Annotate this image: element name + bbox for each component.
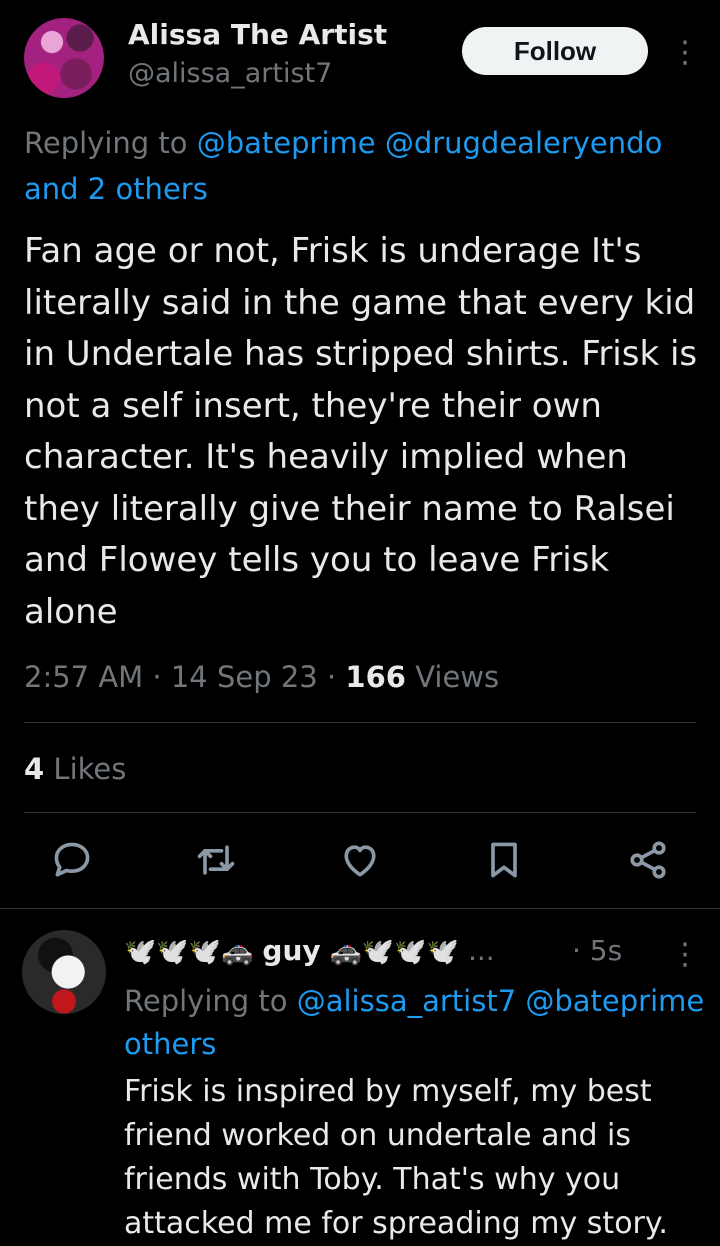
author-name[interactable]: Alissa The Artist [128,18,387,51]
more-options-icon[interactable]: ⋮ [670,38,700,68]
tweet-time[interactable]: 2:57 AM [24,660,143,694]
mention-link[interactable]: @drugdealeryendo [385,126,663,160]
reply-others-link[interactable]: others [124,1024,216,1064]
likes-label: Likes [53,752,127,786]
reply-more-options-icon[interactable]: ⋮ [670,940,700,970]
divider [24,722,696,723]
like-icon[interactable] [338,838,382,882]
author-avatar[interactable] [24,18,104,98]
likes-count: 4 [24,752,45,786]
tweet-text: Fan age or not, Frisk is underage It's l… [24,231,698,632]
name-ellipsis: ... [467,934,495,967]
mention-link[interactable]: @bateprime [197,126,376,160]
mention-link[interactable]: @alissa_artist7 [297,984,516,1018]
retweet-icon[interactable] [194,838,238,882]
views-count: 166 [345,660,406,694]
divider [0,908,720,909]
name-text: guy [262,934,321,967]
follow-button[interactable]: Follow [462,27,648,75]
reply-icon[interactable] [50,838,94,882]
tweet-meta: 2:57 AM · 14 Sep 23 · 166 Views [24,660,500,694]
tweet-date[interactable]: 14 Sep 23 [171,660,318,694]
mention-link[interactable]: @bateprime [525,984,704,1018]
name-emoji: 🕊️🕊️🕊️🚓 [124,937,254,967]
author-handle[interactable]: @alissa_artist7 [128,58,332,89]
replying-prefix: Replying to [124,984,297,1018]
replying-to: Replying to @bateprime @drugdealeryendo … [24,120,704,212]
replying-prefix: Replying to [24,126,197,160]
others-link[interactable]: and 2 others [24,172,208,206]
reply-author-name[interactable]: 🕊️🕊️🕊️🚓 guy 🚓🕊️🕊️🕊️ ... [124,934,495,967]
share-icon[interactable] [626,838,670,882]
divider [24,812,696,813]
bookmark-icon[interactable] [482,838,526,882]
likes-link[interactable]: 4 Likes [24,752,126,786]
reply-text: Frisk is inspired by myself, my best fri… [124,1074,668,1241]
reply-replying-to: Replying to @alissa_artist7 @bateprime [124,978,720,1024]
name-emoji: 🚓🕊️🕊️🕊️ [329,937,460,967]
reply-time[interactable]: · 5s [572,934,622,967]
views-label: Views [415,660,500,694]
reply-author-avatar[interactable] [22,930,106,1014]
